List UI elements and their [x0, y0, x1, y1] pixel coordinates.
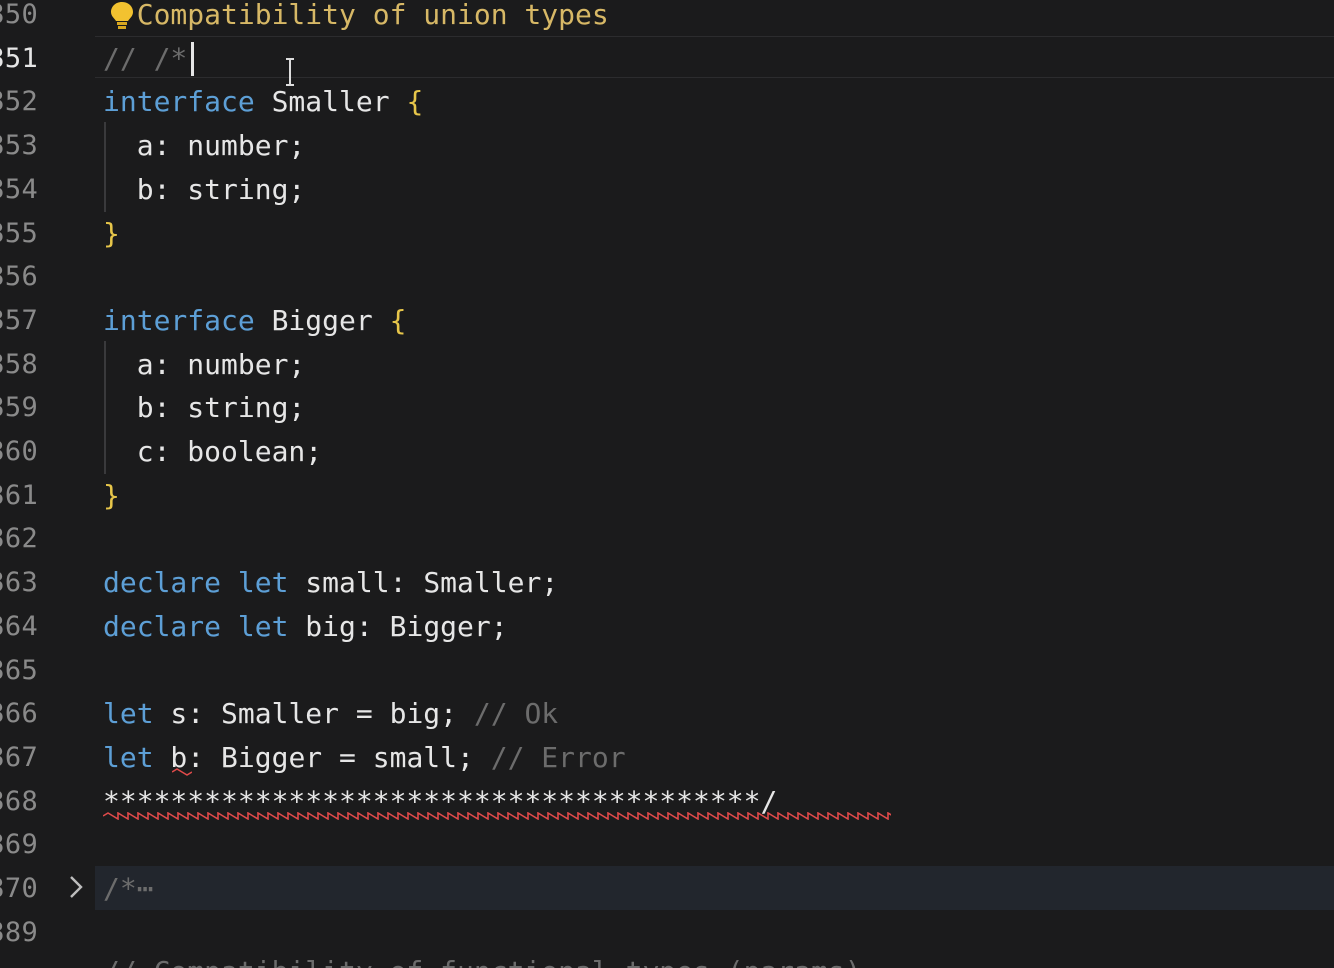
code-line[interactable]: 369 — [0, 823, 1334, 867]
code-token: b: string; — [103, 391, 306, 425]
code-line[interactable]: 352 interface Smaller { — [0, 80, 1334, 124]
line-number: 350 — [0, 0, 38, 30]
code-line[interactable]: 363 declare let small: Smaller; — [0, 561, 1334, 605]
line-number: 359 — [0, 392, 38, 424]
code-token: } — [103, 478, 120, 512]
code-text[interactable]: Compatibility of union types — [103, 0, 609, 37]
line-number: 389 — [0, 916, 38, 948]
code-token: c: boolean; — [103, 435, 323, 468]
code-token: b: Bigger = small; — [153, 740, 491, 774]
code-line[interactable]: 362 — [0, 517, 1334, 561]
code-line[interactable]: 356 — [0, 255, 1334, 299]
code-token: declare — [103, 609, 222, 643]
code-line[interactable]: 365 — [0, 649, 1334, 693]
line-number: 367 — [0, 741, 38, 773]
code-line[interactable]: 366 let s: Smaller = big; // Ok — [0, 692, 1334, 736]
lightbulb-icon[interactable] — [108, 0, 136, 30]
line-number: 366 — [0, 698, 38, 730]
code-text[interactable]: /*⋯ — [103, 867, 154, 911]
code-token: a: number; — [103, 129, 306, 163]
code-line-partial: // Compatibility of functional types (pa… — [103, 950, 862, 968]
code-line[interactable]: 357 interface Bigger { — [0, 299, 1334, 343]
code-text[interactable]: let s: Smaller = big; // Ok — [103, 692, 558, 736]
line-number: 364 — [0, 610, 38, 642]
line-number: 360 — [0, 436, 38, 467]
code-token: let — [237, 609, 289, 643]
line-number: 362 — [0, 523, 38, 555]
chevron-right-icon[interactable] — [66, 874, 86, 900]
code-text[interactable]: declare let big: Bigger; — [103, 605, 508, 649]
code-token: let — [237, 566, 289, 600]
code-text[interactable]: c: boolean; — [103, 430, 322, 474]
line-number: 358 — [0, 348, 38, 380]
code-token: let — [103, 697, 154, 731]
code-line[interactable]: 358 a: number; — [0, 343, 1334, 387]
code-token: { — [389, 303, 407, 337]
code-token: Compatibility of union types — [103, 0, 609, 31]
line-number: 369 — [0, 829, 38, 861]
code-line[interactable]: 351 // /* — [0, 37, 1334, 81]
code-text[interactable]: declare let small: Smaller; — [103, 561, 558, 605]
error-squiggle — [103, 812, 891, 820]
code-token: Bigger — [254, 303, 390, 337]
code-text[interactable]: interface Smaller { — [103, 80, 423, 124]
code-token: b: string; — [103, 172, 306, 206]
line-number: 355 — [0, 217, 38, 249]
code-line[interactable]: 389 — [0, 911, 1334, 955]
code-token: a: number; — [103, 347, 306, 381]
code-line[interactable]: 364 declare let big: Bigger; — [0, 605, 1334, 649]
code-line[interactable]: 355} — [0, 212, 1334, 256]
line-number: 353 — [0, 130, 38, 162]
line-number: 370 — [0, 873, 38, 904]
code-line[interactable]: 354 b: string; — [0, 168, 1334, 212]
code-token: /*⋯ — [103, 872, 154, 905]
code-text[interactable]: } — [103, 212, 120, 256]
code-editor[interactable]: 350 Compatibility of union types 351 // /*… — [0, 0, 1334, 968]
code-line[interactable]: 360 c: boolean; — [0, 430, 1334, 474]
code-token: // /* — [103, 41, 188, 75]
code-token: Smaller — [254, 85, 407, 119]
ibeam-cursor-icon — [286, 58, 294, 86]
code-token: declare — [103, 566, 222, 600]
code-token: } — [103, 216, 120, 250]
line-number: 368 — [0, 785, 38, 817]
code-token: // Error — [490, 740, 626, 774]
code-token: small: Smaller; — [288, 566, 559, 600]
code-token: let — [103, 740, 154, 774]
code-line[interactable]: 359 b: string; — [0, 386, 1334, 430]
code-token: interface — [103, 85, 255, 119]
code-token: { — [406, 85, 424, 119]
line-number: 361 — [0, 479, 38, 511]
code-line[interactable]: 350 Compatibility of union types — [0, 0, 1334, 37]
code-token: interface — [103, 303, 255, 337]
code-line[interactable]: 361} — [0, 474, 1334, 518]
code-line[interactable]: 353 a: number; — [0, 124, 1334, 168]
code-line[interactable]: 367 let b: Bigger = small; // Error — [0, 736, 1334, 780]
code-line[interactable]: 370 /*⋯ — [0, 867, 1334, 911]
code-text[interactable]: } — [103, 474, 120, 518]
code-token: big: Bigger; — [288, 609, 508, 643]
line-number: 354 — [0, 173, 38, 205]
code-text[interactable]: b: string; — [103, 168, 306, 212]
code-text[interactable]: // /* — [103, 37, 187, 81]
line-number: 356 — [0, 261, 38, 293]
code-text[interactable]: interface Bigger { — [103, 299, 406, 343]
line-number: 351 — [0, 42, 38, 74]
text-caret — [191, 42, 194, 76]
line-number: 352 — [0, 86, 38, 118]
code-text[interactable]: a: number; — [103, 124, 306, 168]
error-squiggle — [172, 768, 192, 776]
code-token: s: Smaller = big; — [153, 697, 474, 731]
line-number: 357 — [0, 304, 38, 336]
line-number: 365 — [0, 654, 38, 686]
code-token: // Ok — [473, 697, 559, 731]
code-text[interactable]: b: string; — [103, 386, 306, 430]
line-number: 363 — [0, 567, 38, 599]
code-text[interactable]: a: number; — [103, 343, 306, 387]
